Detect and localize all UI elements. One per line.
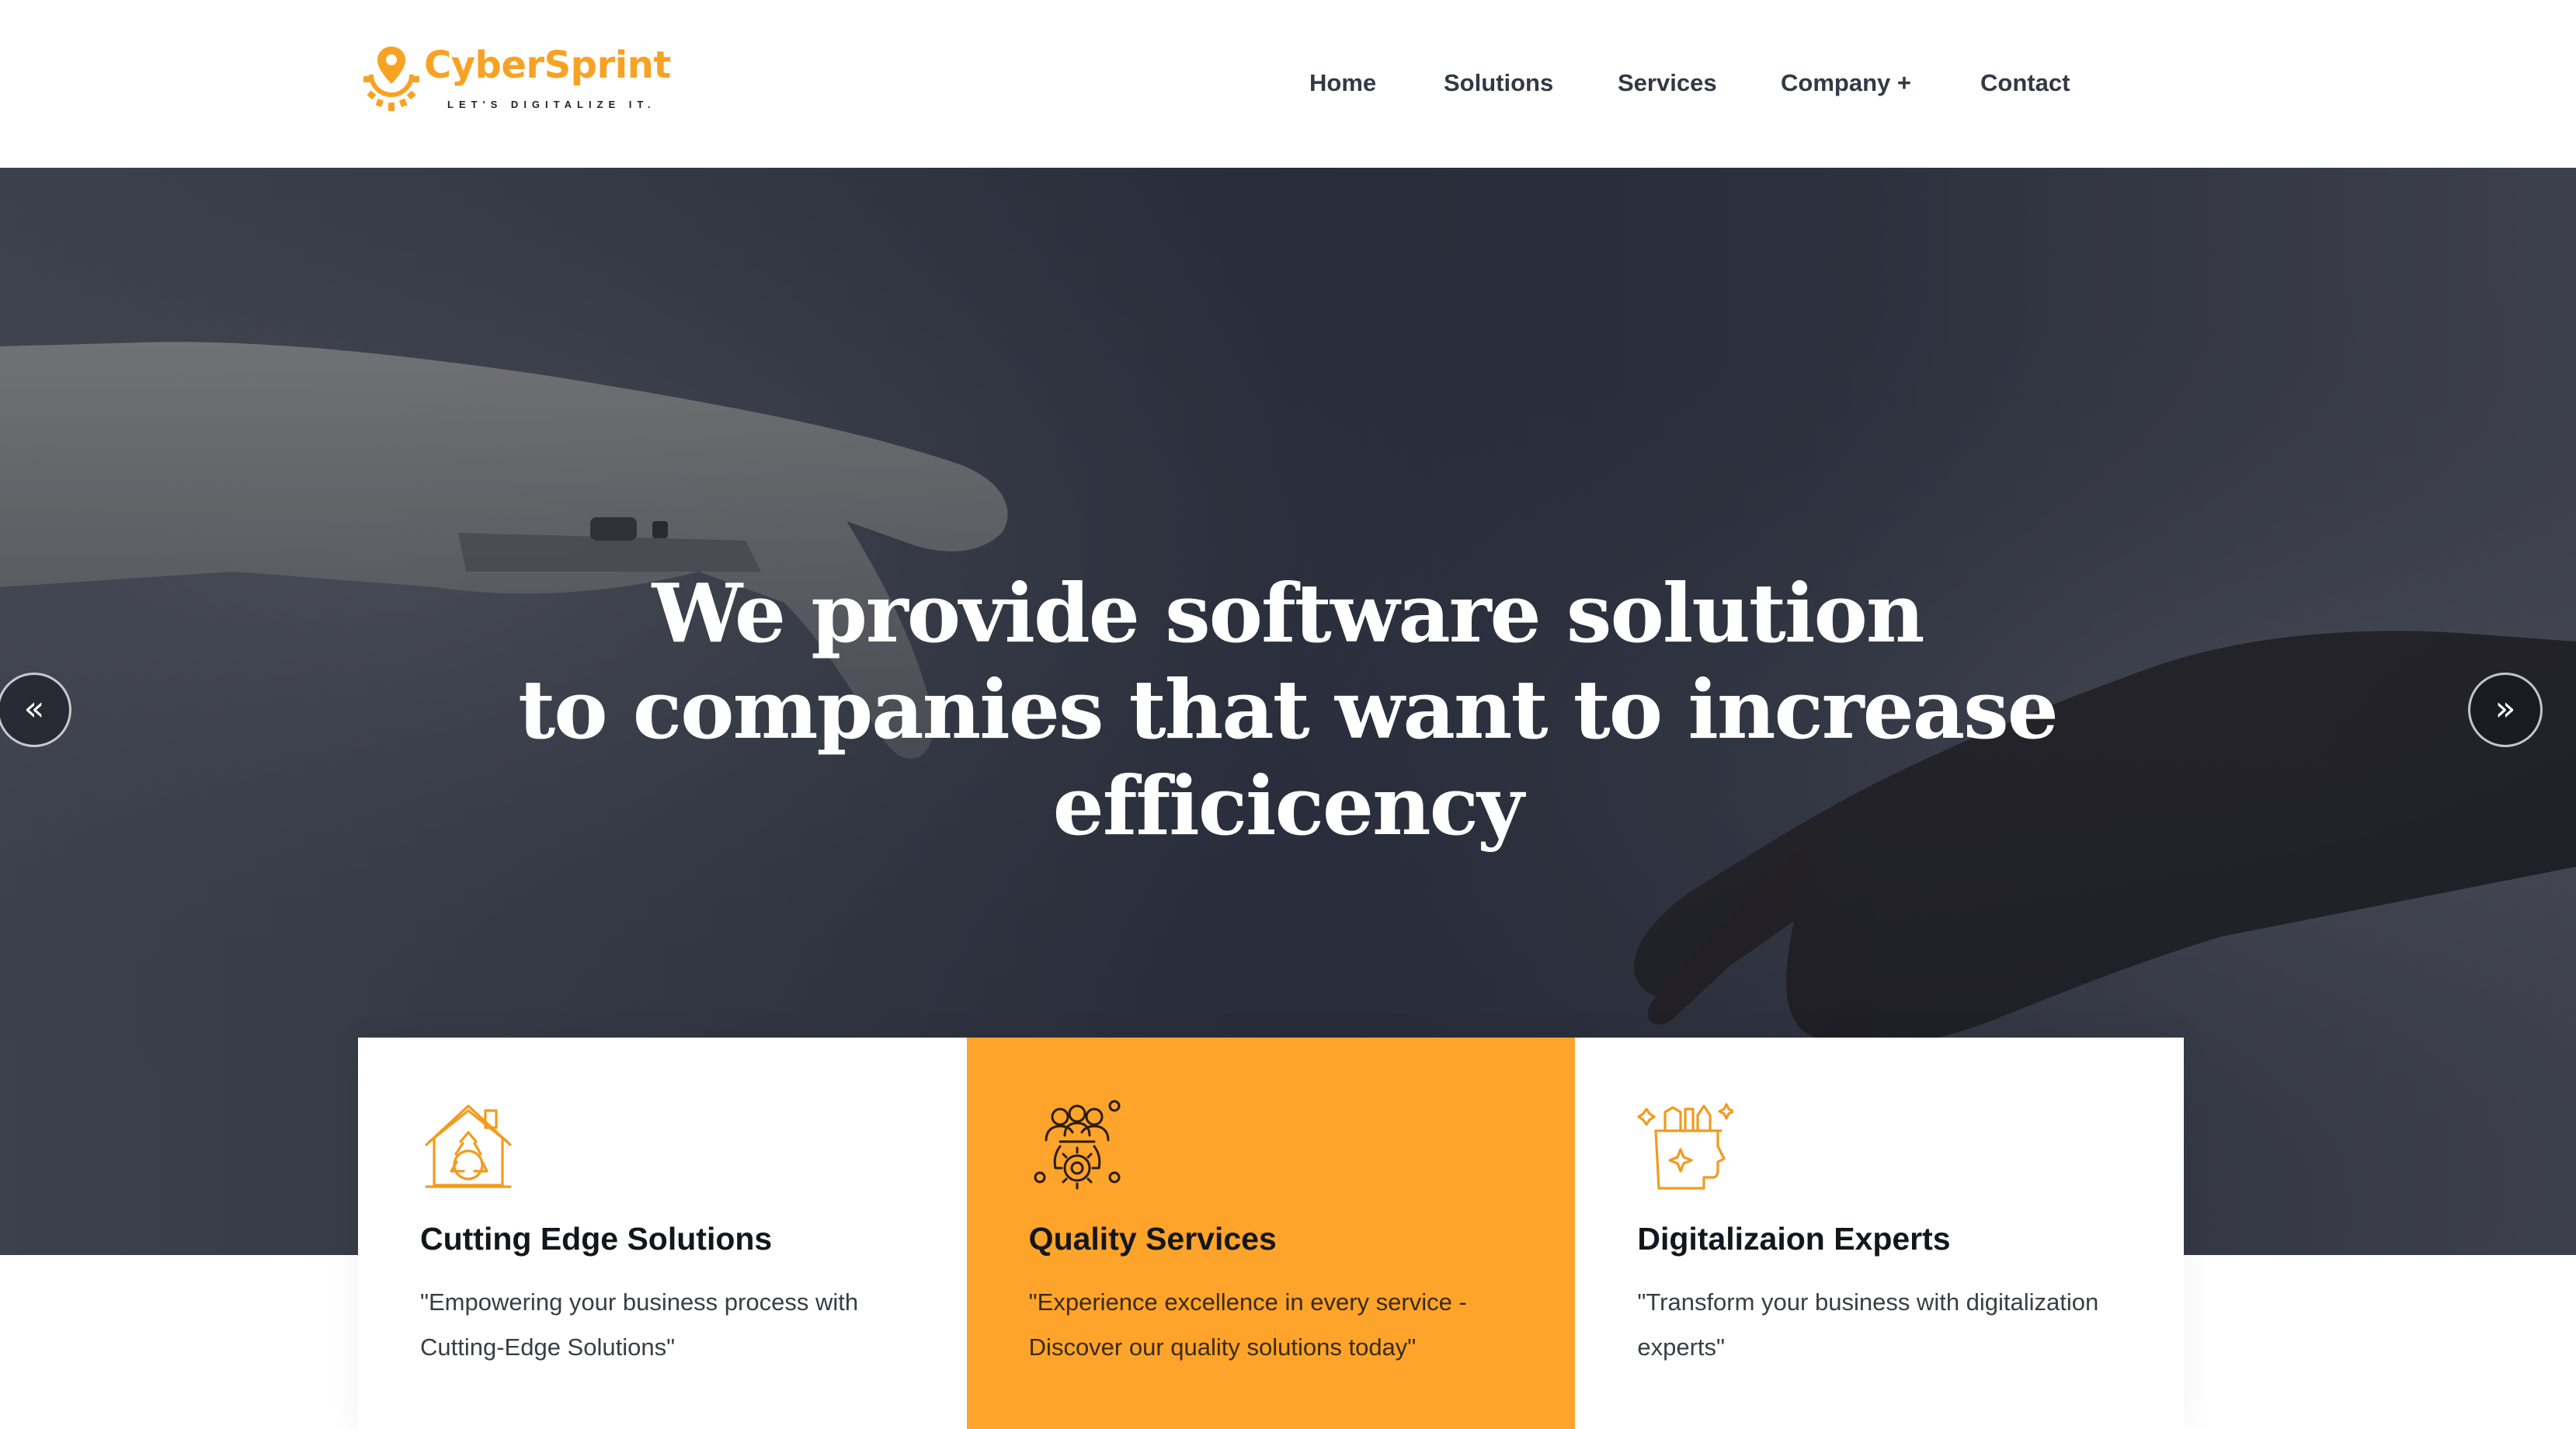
feature-title: Cutting Edge Solutions	[420, 1221, 773, 1257]
main-nav: Home Solutions Services Company + Contac…	[0, 64, 2576, 103]
house-recycle-icon	[425, 1104, 512, 1188]
feature-card-cutting-edge: Cutting Edge Solutions "Empowering your …	[358, 1038, 967, 1429]
feature-description: "Empowering your business process with C…	[420, 1288, 859, 1361]
nav-home[interactable]: Home	[1309, 64, 1376, 103]
hero-heading-line: We provide software solution	[652, 565, 1925, 661]
head-ideas-icon	[1637, 1103, 1734, 1190]
nav-services[interactable]: Services	[1618, 64, 1717, 103]
nav-company[interactable]: Company +	[1781, 64, 1911, 103]
team-gear-icon	[1034, 1100, 1121, 1190]
feature-description: "Experience excellence in every service …	[1028, 1288, 1467, 1361]
feature-card-digitalization: Digitalizaion Experts "Transform your bu…	[1575, 1038, 2185, 1429]
feature-title: Digitalizaion Experts	[1637, 1221, 1951, 1257]
hero-heading-line: efficicency	[1052, 758, 1524, 854]
feature-description: "Transform your business with digitaliza…	[1637, 1288, 2099, 1361]
nav-solutions[interactable]: Solutions	[1444, 64, 1553, 103]
feature-cards: Cutting Edge Solutions "Empowering your …	[358, 1038, 2185, 1429]
feature-title: Quality Services	[1028, 1221, 1277, 1257]
hero-heading-line: to companies that want to increase	[518, 662, 2059, 757]
feature-card-quality: Quality Services "Experience excellence …	[966, 1038, 1576, 1429]
slider-next-button[interactable]: »	[2468, 673, 2543, 747]
hero-heading: We provide software solution to companie…	[433, 565, 2142, 854]
nav-contact[interactable]: Contact	[1980, 64, 2070, 103]
site-header: CyberSprint LET'S DIGITALIZE IT. Home So…	[0, 0, 2576, 168]
slider-prev-button[interactable]: «	[0, 673, 71, 747]
